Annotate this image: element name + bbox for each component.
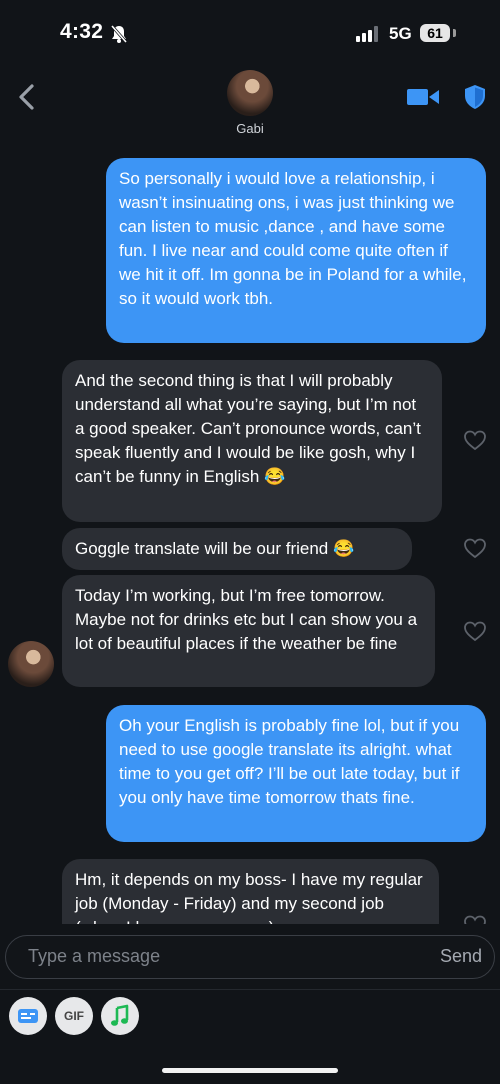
message-input[interactable]: Type a message Send — [5, 935, 495, 979]
shield-icon — [465, 85, 485, 109]
sender-avatar[interactable] — [8, 641, 54, 687]
card-button[interactable] — [9, 997, 47, 1035]
network-type: 5G — [389, 24, 412, 43]
chat-header: Gabi — [0, 64, 500, 146]
video-call-button[interactable] — [406, 86, 440, 113]
battery-level: 61 — [427, 25, 443, 41]
music-note-icon — [111, 1004, 129, 1026]
contact-avatar[interactable] — [227, 70, 273, 116]
gif-button[interactable]: GIF — [55, 997, 93, 1035]
contact-name[interactable]: Gabi — [0, 121, 500, 136]
composer-area: Type a message Send GIF — [0, 924, 500, 1084]
message-bubble-incoming[interactable]: Today I’m working, but I’m free tomorrow… — [62, 575, 435, 687]
gif-label: GIF — [64, 1009, 84, 1023]
back-button[interactable] — [14, 82, 40, 112]
battery-icon: 61 — [420, 24, 450, 42]
message-bubble-outgoing[interactable]: So personally i would love a relationshi… — [106, 158, 486, 343]
status-time: 4:32 — [60, 20, 104, 43]
bell-muted-icon — [110, 24, 128, 49]
message-bubble-incoming[interactable]: And the second thing is that I will prob… — [62, 360, 442, 522]
send-button[interactable]: Send — [440, 946, 482, 967]
id-card-icon — [18, 1009, 38, 1023]
heart-icon[interactable] — [463, 537, 487, 564]
heart-icon[interactable] — [463, 914, 487, 924]
chevron-left-icon — [19, 84, 34, 110]
message-bubble-incoming[interactable]: Hm, it depends on my boss- I have my reg… — [62, 859, 439, 924]
status-bar: 4:32 5G 61 — [0, 0, 500, 64]
safety-button[interactable] — [464, 84, 486, 115]
home-indicator[interactable] — [162, 1068, 338, 1073]
message-list[interactable]: So personally i would love a relationshi… — [0, 146, 500, 924]
message-bubble-outgoing[interactable]: Oh your English is probably fine lol, bu… — [106, 705, 486, 842]
music-button[interactable] — [101, 997, 139, 1035]
video-camera-icon — [407, 89, 439, 105]
divider — [0, 989, 500, 990]
battery-tip — [453, 29, 456, 37]
heart-icon[interactable] — [463, 620, 487, 647]
heart-icon[interactable] — [463, 429, 487, 456]
message-input-placeholder[interactable]: Type a message — [28, 946, 160, 967]
message-bubble-incoming[interactable]: Goggle translate will be our friend 😂 — [62, 528, 412, 570]
signal-icon — [356, 26, 380, 47]
